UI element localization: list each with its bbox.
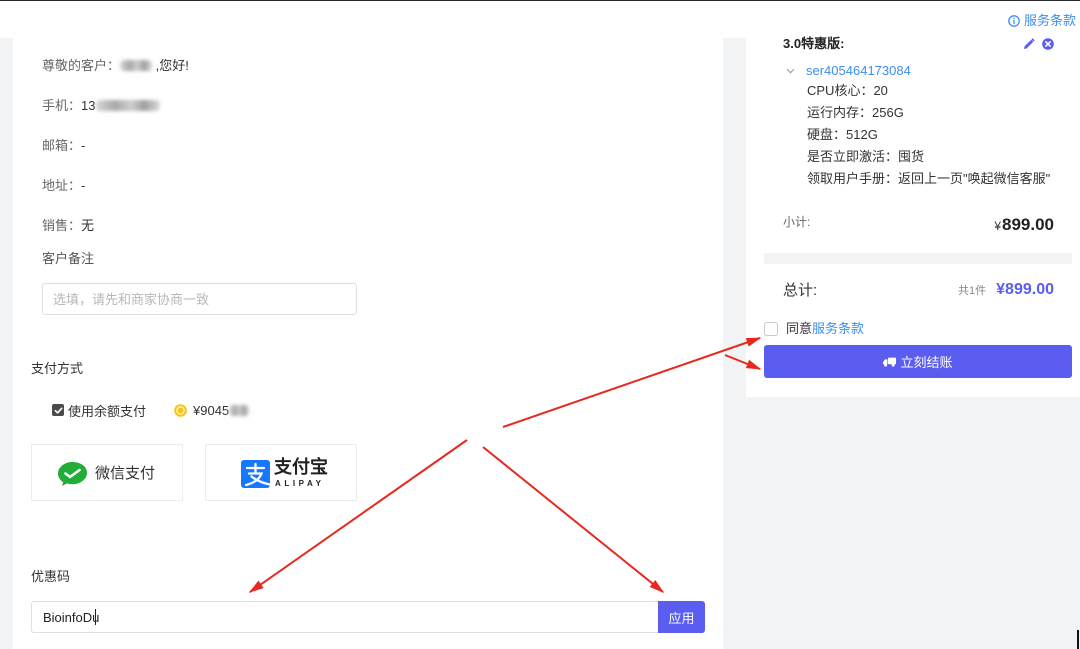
pay-method-alipay[interactable]: 支付宝 ALIPAY <box>205 444 357 501</box>
blurred-balance-digits <box>229 404 250 416</box>
pencil-icon[interactable] <box>1023 38 1035 50</box>
mouse-cursor <box>1077 630 1079 649</box>
sales-label: 销售： <box>42 218 82 233</box>
apply-coupon-button[interactable]: 应用 <box>658 601 705 633</box>
wechat-pay-label: 微信支付 <box>95 465 156 482</box>
total-summary: 共1件 ¥899.00 <box>958 281 1054 301</box>
spec-row: 运行内存：256G <box>807 104 904 122</box>
checkout-form-panel: 尊敬的客户： ,您好! 手机：13 邮箱：- 地址：- 销售：无 客户备注 支付… <box>13 38 723 649</box>
spec-value: 256G <box>872 105 904 120</box>
close-circle-icon[interactable] <box>1042 38 1054 50</box>
total-amount: ¥899.00 <box>996 281 1054 298</box>
spec-label: 硬盘： <box>807 127 847 142</box>
agree-terms-text: 同意服务条款 <box>786 320 864 338</box>
agree-terms-checkbox[interactable] <box>764 322 778 336</box>
agree-terms-link[interactable]: 服务条款 <box>812 321 864 336</box>
email-row: 邮箱：- <box>42 137 85 155</box>
product-title: 3.0特惠版: <box>783 36 845 51</box>
email-value: - <box>81 138 86 153</box>
section-divider <box>764 253 1072 264</box>
truck-icon <box>883 357 897 367</box>
pay-method-wechat[interactable]: 微信支付 <box>31 444 183 501</box>
remark-label: 客户备注 <box>42 251 95 266</box>
address-label: 地址： <box>42 178 82 193</box>
spec-row: 硬盘：512G <box>807 126 878 144</box>
total-label: 总计: <box>783 282 818 299</box>
spec-row: 领取用户手册：返回上一页"唤起微信客服" <box>807 170 1050 188</box>
payment-method-title: 支付方式 <box>31 361 84 376</box>
spec-value: 512G <box>846 127 878 142</box>
subtotal-value: ¥ 899.00 <box>994 215 1054 237</box>
address-value: - <box>81 178 86 193</box>
phone-label: 手机： <box>42 98 82 113</box>
use-balance-checkbox[interactable] <box>52 404 64 416</box>
spec-value: 囤货 <box>898 149 925 164</box>
blurred-phone-digits <box>96 100 161 111</box>
spec-row: CPU核心：20 <box>807 82 888 100</box>
phone-value: 13 <box>81 98 96 113</box>
balance-amount: ¥9045 <box>193 402 230 418</box>
alipay-label: 支付宝 <box>274 457 328 477</box>
coupon-title: 优惠码 <box>31 569 71 584</box>
coin-icon <box>174 403 187 417</box>
checkout-label: 立刻结账 <box>900 355 953 370</box>
text-caret <box>95 609 96 625</box>
terms-link-label: 服务条款 <box>1023 13 1076 28</box>
info-circle-icon <box>1008 15 1020 27</box>
greeting-suffix: ,您好! <box>152 58 189 73</box>
use-balance-label: 使用余额支付 <box>68 403 147 419</box>
alipay-logo <box>241 460 270 488</box>
greeting-prefix: 尊敬的客户： <box>42 58 121 73</box>
spec-label: 运行内存： <box>807 105 873 120</box>
blurred-customer-name <box>120 60 153 71</box>
subtotal-label: 小计: <box>783 215 811 229</box>
sales-row: 销售：无 <box>42 217 94 235</box>
item-toggle[interactable]: ser405464173084 <box>786 62 911 80</box>
alipay-sub-label: ALIPAY <box>275 479 325 488</box>
checkout-button[interactable]: 立刻结账 <box>764 345 1072 378</box>
chevron-down-icon <box>786 68 795 74</box>
subtotal-amount: 899.00 <box>1002 215 1054 234</box>
spec-value: 20 <box>873 83 888 98</box>
coupon-code-input[interactable] <box>31 601 658 633</box>
spec-row: 是否立即激活：囤货 <box>807 148 924 166</box>
wechat-pay-logo <box>57 461 88 487</box>
remark-input[interactable] <box>42 283 357 315</box>
greeting: 尊敬的客户： ,您好! <box>42 57 189 75</box>
sales-value: 无 <box>81 218 95 233</box>
spec-label: CPU核心： <box>807 83 874 98</box>
use-balance-row[interactable]: 使用余额支付 ¥9045 <box>52 401 250 419</box>
spec-label: 领取用户手册： <box>807 171 899 186</box>
order-summary-panel: 3.0特惠版: ser405464173084 CPU核心：20 运行内存：25… <box>746 30 1080 397</box>
agree-prefix: 同意 <box>786 321 813 336</box>
spec-value: 返回上一页"唤起微信客服" <box>898 171 1051 186</box>
terms-link-top[interactable]: 服务条款 <box>1008 12 1076 30</box>
phone-row: 手机：13 <box>42 97 161 115</box>
address-row: 地址：- <box>42 177 85 195</box>
spec-label: 是否立即激活： <box>807 149 899 164</box>
email-label: 邮箱： <box>42 138 82 153</box>
item-id: ser405464173084 <box>806 63 911 78</box>
subtotal-currency: ¥ <box>994 219 1001 233</box>
total-item-count: 共1件 <box>958 285 987 297</box>
